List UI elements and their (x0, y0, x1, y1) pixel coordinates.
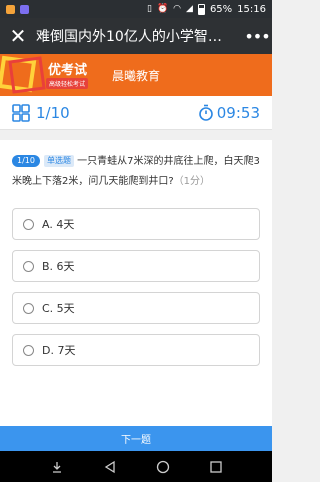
logo: 优考试 高级轻松考试 (0, 54, 100, 96)
system-nav-bar (0, 451, 272, 482)
option-a[interactable]: A. 4天 (12, 208, 260, 240)
option-label: D. 7天 (42, 344, 76, 357)
countdown-timer: 09:53 (198, 104, 260, 122)
logo-title: 优考试 (48, 63, 88, 78)
question-grid-icon[interactable] (12, 103, 30, 122)
clock: 15:16 (237, 3, 266, 15)
radio-icon[interactable] (23, 302, 34, 314)
question-counter[interactable]: 1/10 (36, 104, 70, 122)
next-question-button[interactable]: 下一题 (0, 426, 272, 451)
question-text-block: 1/10 单选题 一只青蛙从7米深的井底往上爬，白天爬3米晚上下落2米，问几天能爬… (0, 140, 272, 192)
status-bar: ▯ ⏰ ◠ ◢ 65% 15:16 (0, 0, 272, 18)
notification-icon (6, 4, 15, 14)
question-type-badge: 单选题 (43, 155, 74, 167)
signal-icon: ◢ (186, 3, 193, 14)
vibrate-icon: ▯ (146, 3, 152, 14)
option-b[interactable]: B. 6天 (12, 250, 260, 282)
org-banner: 优考试 高级轻松考试 晨曦教育 (0, 54, 272, 96)
option-label: A. 4天 (42, 218, 75, 231)
back-icon[interactable] (103, 460, 117, 474)
radio-icon[interactable] (23, 260, 34, 272)
battery-icon (197, 3, 205, 15)
page-title: 难倒国内外10亿人的小学智… (36, 29, 222, 45)
download-icon[interactable] (50, 460, 64, 474)
title-bar: ✕ 难倒国内外10亿人的小学智… ••• (0, 18, 272, 54)
question-card: 1/10 单选题 一只青蛙从7米深的井底往上爬，白天爬3米晚上下落2米，问几天能爬… (0, 140, 272, 426)
logo-graphic-icon (0, 55, 46, 94)
org-name: 晨曦教育 (112, 68, 161, 83)
option-label: B. 6天 (42, 260, 75, 273)
more-menu-icon[interactable]: ••• (242, 27, 272, 46)
option-d[interactable]: D. 7天 (12, 334, 260, 366)
radio-icon[interactable] (23, 218, 34, 230)
close-icon[interactable]: ✕ (0, 18, 36, 54)
option-c[interactable]: C. 5天 (12, 292, 260, 324)
radio-icon[interactable] (23, 344, 34, 356)
timer-value: 09:53 (216, 103, 260, 122)
battery-level: 65% (209, 3, 233, 15)
question-number-badge: 1/10 (12, 155, 40, 167)
answer-options: A. 4天 B. 6天 C. 5天 D. 7天 (0, 192, 272, 366)
question-score: （1分） (173, 176, 211, 187)
notification-icon (20, 4, 29, 14)
home-icon[interactable] (156, 460, 170, 474)
option-label: C. 5天 (42, 302, 75, 315)
wifi-icon: ◠ (173, 3, 182, 14)
question-nav-bar: 1/10 09:53 (0, 96, 272, 130)
recents-icon[interactable] (209, 460, 223, 474)
stopwatch-icon (198, 104, 213, 121)
logo-subtitle: 高级轻松考试 (46, 78, 89, 89)
alarm-icon: ⏰ (156, 3, 169, 14)
